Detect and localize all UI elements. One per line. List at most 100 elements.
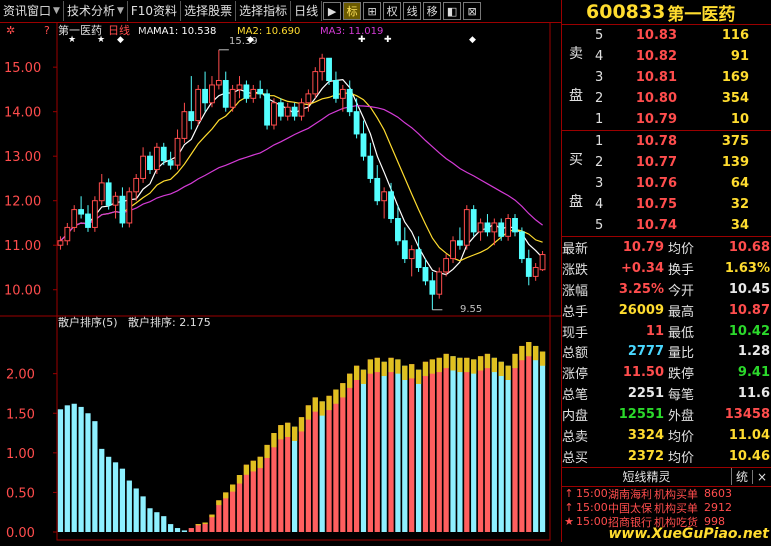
indicator-bar-cap bbox=[498, 361, 504, 377]
candle-body bbox=[195, 88, 202, 122]
mark-icon[interactable]: 标 bbox=[343, 2, 362, 20]
candle-body bbox=[243, 84, 250, 99]
chart-title: 第一医药 bbox=[58, 23, 102, 37]
y-tick-label: 14.00 bbox=[4, 106, 41, 121]
level-number: 3 bbox=[595, 70, 604, 85]
indicator-bar-cap bbox=[422, 361, 429, 377]
quote-value: 11.04 bbox=[728, 427, 770, 443]
quote-value: 10.68 bbox=[728, 239, 770, 255]
indicator-bar-cap bbox=[243, 464, 250, 475]
y-tick-label: 2.00 bbox=[6, 368, 35, 383]
y-tick-label: 1.00 bbox=[6, 447, 35, 462]
indicator-bar-cap bbox=[250, 460, 256, 472]
buy-price: 10.74 bbox=[635, 218, 677, 233]
candle-body bbox=[105, 182, 112, 206]
indicator-bar-cap bbox=[409, 364, 415, 379]
indicator-bar bbox=[71, 403, 77, 532]
sell-volume: 10 bbox=[730, 112, 749, 127]
indicator-bar-cap bbox=[271, 433, 277, 448]
indicator-bar bbox=[484, 353, 491, 532]
signal-time: 15:00 bbox=[576, 501, 608, 515]
candle-body bbox=[470, 209, 477, 233]
quote-value: 11.6 bbox=[737, 386, 770, 402]
candle-body bbox=[298, 102, 305, 117]
cross-icon[interactable]: ⊞ bbox=[363, 2, 382, 20]
tech-analysis-button[interactable]: 技术分析 ▼ bbox=[64, 1, 128, 21]
line-icon[interactable]: 线 bbox=[403, 2, 422, 20]
candle-body bbox=[91, 200, 98, 228]
signal-marker-icon: ◆ bbox=[117, 35, 124, 45]
quote-value: 10.79 bbox=[622, 239, 664, 255]
news-window-button[interactable]: 资讯窗口 ▼ bbox=[0, 1, 64, 21]
dropdown-arrow-icon: ▼ bbox=[53, 6, 60, 16]
candle-body bbox=[78, 209, 85, 215]
sprite-row[interactable]: ↑ 15:00 中国太保 机构买单 2912 bbox=[562, 501, 771, 515]
indicator-bar-cap bbox=[464, 357, 470, 373]
y-tick-label: 13.00 bbox=[4, 150, 41, 165]
indicator-bar-cap bbox=[512, 353, 518, 369]
close-window-icon[interactable]: ⊠ bbox=[463, 2, 482, 20]
low-annotation: 9.55 bbox=[460, 304, 482, 315]
quote-key: 总卖 bbox=[562, 429, 589, 445]
period-daily-button[interactable]: 日线 bbox=[291, 1, 323, 21]
candle-body bbox=[346, 88, 353, 113]
dropdown-arrow-icon: ▼ bbox=[116, 6, 124, 16]
indicator-bar-cap bbox=[443, 353, 449, 369]
indicator-bar bbox=[147, 508, 153, 532]
sell-label-2: 盘 bbox=[569, 88, 583, 104]
buy-side: 买 盘 1 10.78 375 2 10.77 139 3 10.76 64 4 10.75 32 5 1… bbox=[562, 131, 771, 237]
buy-level-row: 5 10.74 34 bbox=[562, 215, 771, 236]
candle-body bbox=[484, 222, 491, 233]
rights-icon[interactable]: 权 bbox=[383, 2, 402, 20]
panel-toggle-icon[interactable]: ◧ bbox=[443, 2, 462, 20]
indicator-bar bbox=[333, 389, 339, 532]
select-stock-button[interactable]: 选择股票 bbox=[181, 1, 237, 21]
chart-area[interactable]: 10.00 11.00 12.00 13.00 14.00 15.00 第一医药 日线 M… bbox=[0, 21, 561, 542]
candle-body bbox=[408, 249, 415, 260]
candle-body bbox=[264, 93, 270, 126]
indicator-bar bbox=[64, 405, 70, 532]
buy-level-row: 4 10.75 32 bbox=[562, 194, 771, 215]
quote-key: 涨停 bbox=[562, 367, 589, 383]
level-number: 1 bbox=[595, 112, 604, 127]
sprite-row[interactable]: ↑ 15:00 湖南海利 机构买单 8603 bbox=[562, 487, 771, 501]
indicator-bar bbox=[119, 468, 126, 532]
candle-body bbox=[147, 155, 153, 171]
play-icon[interactable]: ▶ bbox=[323, 2, 342, 20]
main-panel-frame bbox=[56, 21, 551, 317]
sell-side: 卖 盘 5 10.83 116 4 10.82 91 3 10.81 169 2 10.80 354 1… bbox=[562, 25, 771, 131]
indicator-bar-cap bbox=[457, 357, 463, 373]
close-icon[interactable]: × bbox=[752, 469, 771, 484]
indicator-bar bbox=[491, 357, 497, 532]
quote-value: 2372 bbox=[627, 448, 664, 464]
indicator-bar-cap bbox=[402, 365, 408, 380]
sprite-title[interactable]: 短线精灵 bbox=[562, 468, 731, 485]
move-icon[interactable]: 移 bbox=[423, 2, 442, 20]
quote-value: 11.50 bbox=[622, 365, 664, 381]
candle-body bbox=[271, 102, 277, 126]
candle-body bbox=[374, 177, 381, 202]
quote-key: 量比 bbox=[668, 346, 695, 362]
indicator-bar bbox=[126, 480, 132, 532]
candle-body bbox=[353, 111, 360, 135]
sell-level-row: 5 10.83 116 bbox=[562, 25, 771, 46]
candle-body bbox=[236, 84, 243, 90]
candle-body bbox=[133, 177, 140, 193]
sell-volume: 116 bbox=[721, 28, 749, 43]
candle-body bbox=[360, 133, 367, 157]
candle-body bbox=[518, 231, 525, 260]
indicator-bar bbox=[271, 433, 277, 532]
kline-chart[interactable]: 10.0011.0012.0013.0014.0015.00 第一医药 日线 M… bbox=[0, 21, 561, 542]
quote-table: 最新 10.79 均价 10.68 涨跌 +0.34 换手 1.63% 涨幅 3.25% 今开 10.… bbox=[562, 237, 771, 468]
indicator-bar bbox=[367, 359, 373, 532]
quote-key: 均价 bbox=[668, 241, 695, 257]
sprite-stat-tab[interactable]: 统 bbox=[731, 468, 752, 486]
quote-key: 总额 bbox=[562, 346, 589, 362]
quote-key: 涨幅 bbox=[562, 283, 589, 299]
buy-level-row: 3 10.76 64 bbox=[562, 173, 771, 194]
indicator-bar-cap bbox=[415, 369, 422, 384]
signal-volume: 8603 bbox=[704, 487, 732, 501]
f10-button[interactable]: F10资料 bbox=[128, 1, 182, 21]
select-indicator-button[interactable]: 选择指标 bbox=[236, 1, 292, 21]
quote-value: 10.45 bbox=[728, 281, 770, 297]
